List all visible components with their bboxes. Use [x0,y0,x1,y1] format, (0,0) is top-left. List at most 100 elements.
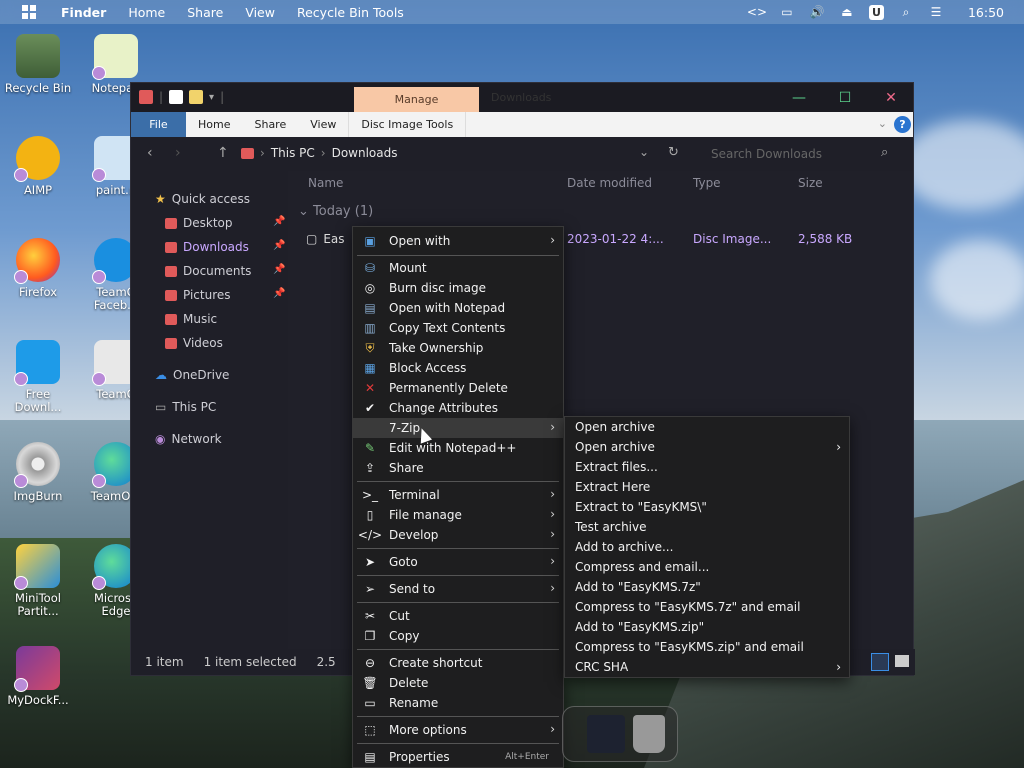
group-header[interactable]: ⌄ Today (1) [298,204,373,219]
column-header-date[interactable]: Date modified [567,176,652,190]
column-header-size[interactable]: Size [798,176,823,190]
menu-item-mount[interactable]: ⛁ Mount [353,258,563,278]
nav-item-videos[interactable]: Videos [165,333,223,353]
help-icon[interactable]: ? [894,116,911,133]
chevron-down-icon[interactable]: ⌄ [878,117,887,130]
column-header-name[interactable]: Name [308,176,343,190]
menubar-app-finder[interactable]: Finder [50,0,117,24]
pin-icon[interactable]: 📌 [273,288,285,299]
windows-logo-icon[interactable] [22,5,36,19]
pin-icon[interactable]: 📌 [273,264,285,275]
menu-item-edit-notepadpp[interactable]: ✎ Edit with Notepad++ [353,438,563,458]
eject-icon[interactable]: ⏏ [839,5,855,19]
menu-item-7zip[interactable]: 7-Zip › [353,418,563,438]
nav-this-pc[interactable]: ▭ This PC [155,397,216,417]
desktop-icon-free-download[interactable]: Free Downl... [2,340,74,414]
desktop-icon-mydock[interactable]: MyDockF... [2,646,74,707]
large-icons-view-icon[interactable] [895,655,909,667]
submenu-item-compress-email[interactable]: Compress and email... [565,557,849,577]
menu-item-goto[interactable]: ➤ Goto › [353,552,563,572]
recycle-bin-icon[interactable] [139,90,153,104]
menu-item-delete[interactable]: 🗑 Delete [353,673,563,693]
menu-item-file-manage[interactable]: ▯ File manage › [353,505,563,525]
menubar-view[interactable]: View [234,0,286,24]
menu-item-permanently-delete[interactable]: ✕ Permanently Delete [353,378,563,398]
nav-network[interactable]: ◉ Network [155,429,222,449]
nav-item-downloads[interactable]: Downloads [165,237,249,257]
tab-disc-image-tools[interactable]: Disc Image Tools [348,112,467,137]
column-header-type[interactable]: Type [693,176,721,190]
menu-item-more-options[interactable]: ⬚ More options › [353,720,563,740]
submenu-item-crc-sha[interactable]: CRC SHA › [565,657,849,677]
chevron-down-icon[interactable]: ▾ [209,92,214,103]
tab-manage[interactable]: Manage [354,87,479,112]
menu-item-copy-text[interactable]: ▥ Copy Text Contents [353,318,563,338]
nav-item-documents[interactable]: Documents [165,261,251,281]
desktop-icon-recycle-bin[interactable]: Recycle Bin [2,34,74,95]
menubar-home[interactable]: Home [117,0,176,24]
submenu-item-open-archive-sub[interactable]: Open archive › [565,437,849,457]
minimize-button[interactable]: — [779,87,819,109]
menubar-share[interactable]: Share [176,0,234,24]
properties-icon[interactable] [169,90,184,104]
desktop-icon-aimp[interactable]: AIMP [2,136,74,197]
submenu-item-compress-7z-email[interactable]: Compress to "EasyKMS.7z" and email [565,597,849,617]
menu-item-burn[interactable]: ◎ Burn disc image [353,278,563,298]
pin-icon[interactable]: 📌 [273,216,285,227]
dock-explorer-icon[interactable] [587,715,625,753]
desktop-icon-firefox[interactable]: Firefox [2,238,74,299]
search-input[interactable]: Search Downloads [711,143,901,165]
menu-item-cut[interactable]: ✂ Cut [353,606,563,626]
submenu-item-extract-here[interactable]: Extract Here [565,477,849,497]
menu-item-develop[interactable]: </> Develop › [353,525,563,545]
submenu-item-test-archive[interactable]: Test archive [565,517,849,537]
toggle-icon[interactable]: ☰ [928,5,944,19]
code-icon[interactable]: <> [747,5,767,19]
submenu-item-add-7z[interactable]: Add to "EasyKMS.7z" [565,577,849,597]
breadcrumb-this-pc[interactable]: This PC [271,146,315,160]
title-bar[interactable]: | ▾ | Manage Downloads — ☐ ✕ [131,83,913,112]
menu-item-open-notepad[interactable]: ▤ Open with Notepad [353,298,563,318]
new-folder-icon[interactable] [189,90,204,104]
menu-item-change-attributes[interactable]: ✔ Change Attributes [353,398,563,418]
menu-item-properties[interactable]: ▤ Properties Alt+Enter [353,747,563,767]
menu-item-open-with[interactable]: ▣ Open with › [353,231,563,251]
tab-file[interactable]: File [131,112,186,137]
details-view-icon[interactable] [871,653,889,671]
search-icon[interactable]: ⌕ [898,5,914,19]
close-button[interactable]: ✕ [871,87,911,109]
nav-onedrive[interactable]: ☁ OneDrive [155,365,229,385]
menubar-recycle-bin-tools[interactable]: Recycle Bin Tools [286,0,415,24]
refresh-icon[interactable]: ↻ [668,145,679,160]
back-arrow-icon[interactable]: ‹ [147,145,153,161]
menu-item-rename[interactable]: ▭ Rename [353,693,563,713]
search-icon[interactable]: ⌕ [881,145,888,160]
pin-icon[interactable]: 📌 [273,240,285,251]
menu-item-take-ownership[interactable]: ⛨ Take Ownership [353,338,563,358]
submenu-item-add-to-archive[interactable]: Add to archive... [565,537,849,557]
monitor-icon[interactable]: ▭ [779,5,795,19]
desktop-icon-imgburn[interactable]: ImgBurn [2,442,74,503]
desktop-icon-minitool[interactable]: MiniTool Partit... [2,544,74,618]
submenu-item-extract-to[interactable]: Extract to "EasyKMS\" [565,497,849,517]
nav-item-desktop[interactable]: Desktop [165,213,233,233]
submenu-item-compress-zip-email[interactable]: Compress to "EasyKMS.zip" and email [565,637,849,657]
breadcrumb[interactable]: › This PC › Downloads [241,146,397,160]
tab-share[interactable]: Share [242,112,298,137]
u-icon[interactable]: U [868,4,884,20]
volume-icon[interactable]: 🔊 [809,5,825,19]
menu-item-share[interactable]: ⇪ Share [353,458,563,478]
menu-item-create-shortcut[interactable]: ⊖ Create shortcut [353,653,563,673]
submenu-item-open-archive[interactable]: Open archive [565,417,849,437]
forward-arrow-icon[interactable]: › [175,145,181,161]
chevron-down-icon[interactable]: ⌄ [639,145,649,159]
submenu-item-extract-files[interactable]: Extract files... [565,457,849,477]
menu-item-send-to[interactable]: ➢ Send to › [353,579,563,599]
menu-item-terminal[interactable]: >_ Terminal › [353,485,563,505]
tab-view[interactable]: View [298,112,348,137]
tab-home[interactable]: Home [186,112,242,137]
nav-item-pictures[interactable]: Pictures [165,285,231,305]
maximize-button[interactable]: ☐ [825,87,865,109]
clock[interactable]: 16:50 [968,5,1004,20]
up-arrow-icon[interactable]: ↑ [217,145,229,161]
